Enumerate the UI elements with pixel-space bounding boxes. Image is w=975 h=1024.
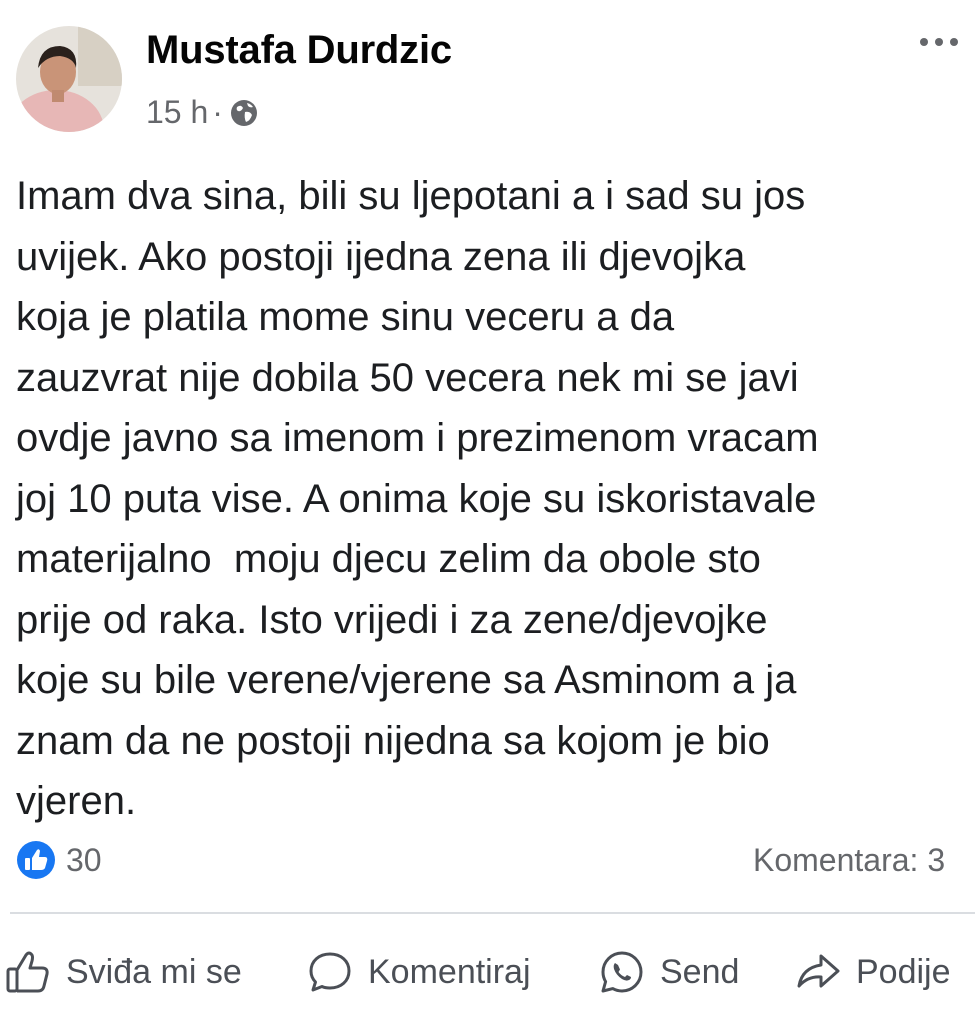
divider bbox=[10, 912, 975, 914]
like-button[interactable]: Sviđa mi se bbox=[4, 940, 242, 1004]
meta-separator: · bbox=[212, 94, 223, 130]
reaction-stats: 30 Komentara: 3 bbox=[16, 838, 975, 886]
like-button-label: Sviđa mi se bbox=[66, 952, 242, 991]
post-meta: 15 h · bbox=[146, 94, 259, 131]
comment-button-label: Komentiraj bbox=[368, 952, 531, 991]
share-button-label: Podije bbox=[856, 952, 951, 991]
whatsapp-icon bbox=[601, 951, 643, 993]
like-reaction-icon[interactable] bbox=[16, 840, 56, 880]
comment-button[interactable]: Komentiraj bbox=[306, 940, 531, 1004]
avatar[interactable] bbox=[16, 26, 122, 132]
share-button[interactable]: Podije bbox=[794, 940, 951, 1004]
comment-icon bbox=[309, 952, 351, 992]
post-text: Imam dva sina, bili su ljepotani a i sad… bbox=[16, 174, 819, 823]
share-arrow-icon bbox=[797, 954, 840, 988]
action-bar: Sviđa mi se Komentiraj Send Podije bbox=[0, 940, 975, 1010]
facebook-post: Mustafa Durdzic 15 h · Imam dva sina, bi… bbox=[0, 0, 975, 1024]
reaction-count[interactable]: 30 bbox=[66, 842, 102, 879]
send-button[interactable]: Send bbox=[598, 940, 739, 1004]
thumbs-up-icon bbox=[6, 951, 49, 993]
globe-icon[interactable] bbox=[229, 98, 259, 128]
more-options-icon[interactable] bbox=[917, 32, 961, 52]
avatar-photo bbox=[16, 26, 122, 132]
send-button-label: Send bbox=[660, 952, 740, 991]
comment-count[interactable]: Komentara: 3 bbox=[753, 842, 945, 879]
author-name[interactable]: Mustafa Durdzic bbox=[146, 28, 452, 73]
post-time[interactable]: 15 h bbox=[146, 94, 208, 131]
